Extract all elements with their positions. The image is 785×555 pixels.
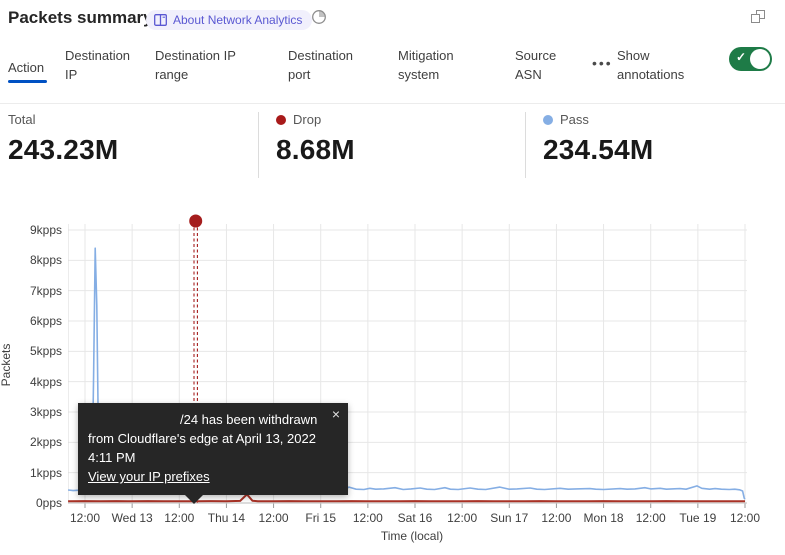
tooltip-caret	[185, 495, 203, 504]
tab-destination-port[interactable]: Destination port	[288, 46, 370, 84]
stat-drop-label: Drop	[293, 112, 321, 127]
pass-legend-dot	[543, 115, 553, 125]
stat-pass-value: 234.54M	[543, 134, 653, 166]
show-annotations-label: Show annotations	[617, 46, 712, 84]
annotation-tooltip: × /24 has been withdrawn from Cloudflare…	[78, 403, 348, 495]
tab-destination-ip-range[interactable]: Destination IP range	[155, 46, 253, 84]
active-tab-underline	[8, 80, 47, 83]
packets-summary-panel: Packets summary About Network Analytics …	[0, 0, 785, 555]
check-icon: ✓	[736, 50, 746, 64]
x-axis-title: Time (local)	[357, 529, 467, 543]
stat-total-value: 243.23M	[8, 134, 118, 166]
about-network-analytics-badge[interactable]: About Network Analytics	[146, 10, 312, 30]
toggle-knob	[750, 49, 770, 69]
stat-total-label: Total	[8, 112, 35, 127]
badge-label: About Network Analytics	[173, 13, 302, 27]
series-drop-line	[68, 494, 745, 501]
tab-destination-ip[interactable]: Destination IP	[65, 46, 143, 84]
tooltip-message: /24 has been withdrawn from Cloudflare's…	[88, 410, 338, 467]
header-divider	[0, 103, 785, 104]
stat-drop: Drop 8.68M	[276, 112, 355, 166]
view-ip-prefixes-link[interactable]: View your IP prefixes	[88, 467, 210, 486]
stat-pass-label: Pass	[560, 112, 589, 127]
tab-mitigation-system[interactable]: Mitigation system	[398, 46, 476, 84]
stat-pass: Pass 234.54M	[543, 112, 653, 166]
drop-legend-dot	[276, 115, 286, 125]
stat-drop-value: 8.68M	[276, 134, 355, 166]
show-annotations-toggle[interactable]: ✓	[729, 47, 772, 71]
close-icon[interactable]: ×	[332, 407, 340, 421]
pie-clock-icon[interactable]	[311, 9, 327, 30]
restore-window-icon[interactable]	[751, 10, 767, 25]
more-tabs-button[interactable]: •••	[592, 55, 613, 71]
book-icon	[154, 14, 167, 26]
annotation-dot	[189, 215, 202, 228]
page-title: Packets summary	[8, 8, 153, 28]
stat-divider	[258, 112, 259, 178]
tab-action[interactable]: Action	[8, 58, 47, 83]
tab-source-asn[interactable]: Source ASN	[515, 46, 567, 84]
stat-total: Total 243.23M	[8, 112, 118, 166]
stat-divider	[525, 112, 526, 178]
tab-bar: Action Destination IP Destination IP ran…	[0, 45, 785, 97]
